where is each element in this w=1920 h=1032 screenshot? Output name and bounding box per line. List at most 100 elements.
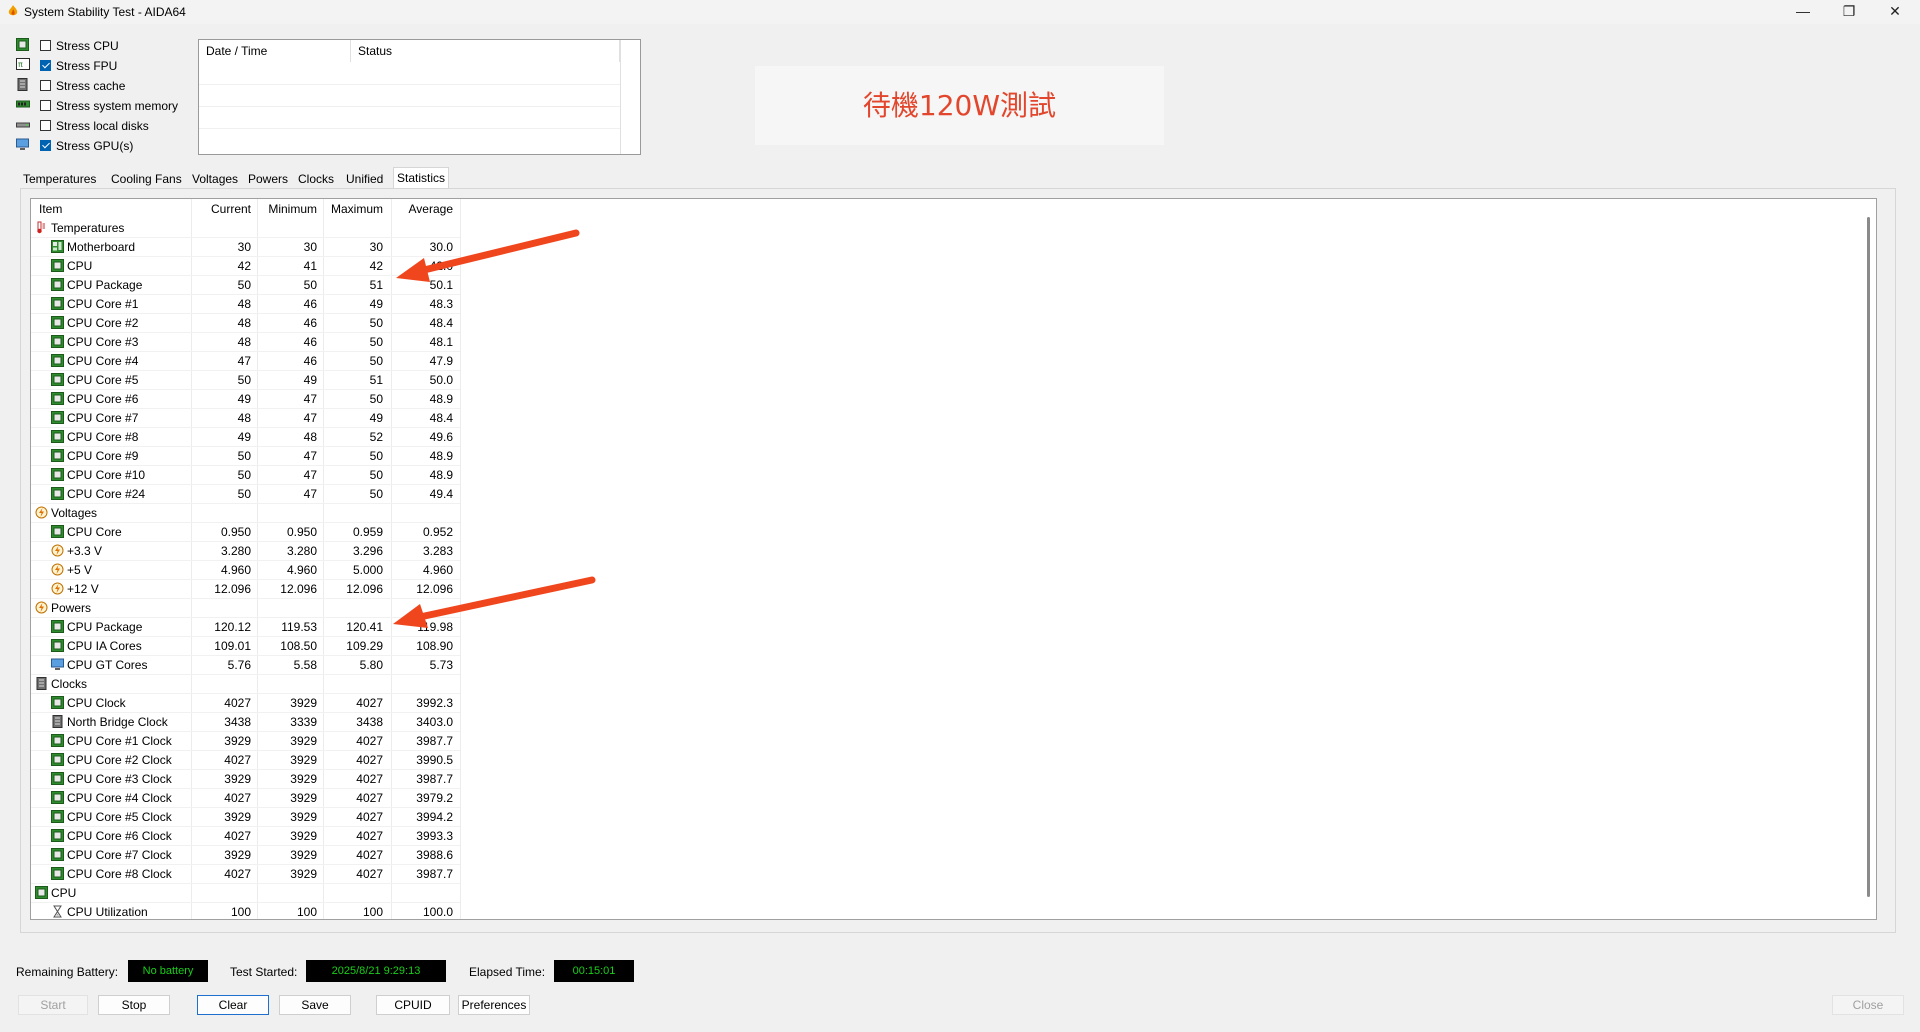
table-row[interactable]: CPU Core #5 50 49 51 50.0 <box>31 371 460 390</box>
vertical-scrollbar[interactable] <box>1867 217 1870 897</box>
minimize-button[interactable]: — <box>1780 0 1826 24</box>
column-header-item[interactable]: Item <box>39 199 189 219</box>
table-row[interactable]: CPU Core #7 Clock 3929 3929 4027 3988.6 <box>31 846 460 865</box>
table-row[interactable]: CPU GT Cores 5.76 5.58 5.80 5.73 <box>31 656 460 675</box>
table-row[interactable]: CPU Core #1 Clock 3929 3929 4027 3987.7 <box>31 732 460 751</box>
column-header-average[interactable]: Average <box>391 199 453 219</box>
tab-clocks[interactable]: Clocks <box>295 170 337 189</box>
table-group-row[interactable]: Voltages <box>31 504 460 523</box>
table-group-row[interactable]: Clocks <box>31 675 460 694</box>
stress-checkbox[interactable] <box>40 120 51 131</box>
row-item-name: CPU Core #7 <box>67 411 139 425</box>
table-group-row[interactable]: Powers <box>31 599 460 618</box>
table-row[interactable]: CPU Core #4 Clock 4027 3929 4027 3979.2 <box>31 789 460 808</box>
table-row[interactable]: North Bridge Clock 3438 3339 3438 3403.0 <box>31 713 460 732</box>
stress-checkbox[interactable] <box>40 60 51 71</box>
table-row[interactable]: CPU Core #2 48 46 50 48.4 <box>31 314 460 333</box>
table-row[interactable]: CPU 42 41 42 42.0 <box>31 257 460 276</box>
table-group-row[interactable]: CPU <box>31 884 460 903</box>
cpu-chip-icon <box>16 38 30 51</box>
stress-option-label: Stress system memory <box>56 99 179 113</box>
table-row[interactable]: CPU Core #1 48 46 49 48.3 <box>31 295 460 314</box>
table-row[interactable]: CPU Core #3 Clock 3929 3929 4027 3987.7 <box>31 770 460 789</box>
column-header-maximum[interactable]: Maximum <box>323 199 383 219</box>
tab-statistics[interactable]: Statistics <box>393 167 450 189</box>
table-row[interactable]: CPU Core #8 Clock 4027 3929 4027 3987.7 <box>31 865 460 884</box>
log-header-datetime[interactable]: Date / Time <box>199 40 351 62</box>
row-average-value: 3993.3 <box>416 829 453 843</box>
clear-button[interactable]: Clear <box>197 995 269 1015</box>
chip-icon <box>51 639 64 652</box>
close-button[interactable]: Close <box>1832 995 1904 1015</box>
column-header-current[interactable]: Current <box>191 199 251 219</box>
table-group-row[interactable]: Temperatures <box>31 219 460 238</box>
table-row[interactable]: CPU Core #6 Clock 4027 3929 4027 3993.3 <box>31 827 460 846</box>
row-item-name: CPU Core #8 Clock <box>67 867 172 881</box>
table-row[interactable]: +5 V 4.960 4.960 5.000 4.960 <box>31 561 460 580</box>
save-button[interactable]: Save <box>279 995 351 1015</box>
table-row[interactable]: CPU Core #4 47 46 50 47.9 <box>31 352 460 371</box>
stress-option-row[interactable]: Stress GPU(s) <box>14 136 194 156</box>
row-maximum-value: 52 <box>369 430 383 444</box>
table-row[interactable]: +12 V 12.096 12.096 12.096 12.096 <box>31 580 460 599</box>
stress-checkbox[interactable] <box>40 80 51 91</box>
tab-cooling-fans[interactable]: Cooling Fans <box>108 170 185 189</box>
table-row[interactable]: CPU Core #9 50 47 50 48.9 <box>31 447 460 466</box>
close-window-button[interactable]: ✕ <box>1872 0 1918 24</box>
table-row[interactable]: +3.3 V 3.280 3.280 3.296 3.283 <box>31 542 460 561</box>
table-row[interactable]: CPU Core #6 49 47 50 48.9 <box>31 390 460 409</box>
stress-option-row[interactable]: Stress CPU <box>14 36 194 56</box>
log-gridline <box>199 128 620 129</box>
table-row[interactable]: CPU Package 50 50 51 50.1 <box>31 276 460 295</box>
chip-icon <box>51 316 64 329</box>
row-item-name: CPU Core #4 Clock <box>67 791 172 805</box>
stress-option-row[interactable]: π Stress FPU <box>14 56 194 76</box>
cpuid-button[interactable]: CPUID <box>376 995 450 1015</box>
chip-icon <box>51 848 64 861</box>
table-row[interactable]: Motherboard 30 30 30 30.0 <box>31 238 460 257</box>
stress-checkbox[interactable] <box>40 40 51 51</box>
table-row[interactable]: CPU Clock 4027 3929 4027 3992.3 <box>31 694 460 713</box>
stop-button[interactable]: Stop <box>98 995 170 1015</box>
tab-temperatures[interactable]: Temperatures <box>20 170 99 189</box>
table-row[interactable]: CPU Core #3 48 46 50 48.1 <box>31 333 460 352</box>
row-maximum-value: 42 <box>369 259 383 273</box>
tab-unified[interactable]: Unified <box>343 170 386 189</box>
table-row[interactable]: CPU IA Cores 109.01 108.50 109.29 108.90 <box>31 637 460 656</box>
row-current-value: 50 <box>237 468 251 482</box>
table-row[interactable]: CPU Core #7 48 47 49 48.4 <box>31 409 460 428</box>
row-maximum-value: 50 <box>369 316 383 330</box>
table-row[interactable]: CPU Package 120.12 119.53 120.41 119.98 <box>31 618 460 637</box>
chip-icon <box>51 525 64 538</box>
start-button[interactable]: Start <box>18 995 88 1015</box>
maximize-button[interactable]: ❐ <box>1826 0 1872 24</box>
chip-icon <box>51 411 64 424</box>
row-minimum-value: 47 <box>303 411 317 425</box>
table-row[interactable]: CPU Core #10 50 47 50 48.9 <box>31 466 460 485</box>
stress-option-row[interactable]: Stress local disks <box>14 116 194 136</box>
row-minimum-value: 47 <box>303 468 317 482</box>
stress-option-row[interactable]: Stress cache <box>14 76 194 96</box>
row-minimum-value: 41 <box>303 259 317 273</box>
row-average-value: 30.0 <box>429 240 453 254</box>
table-row[interactable]: CPU Core #8 49 48 52 49.6 <box>31 428 460 447</box>
tab-voltages[interactable]: Voltages <box>189 170 241 189</box>
column-header-minimum[interactable]: Minimum <box>257 199 317 219</box>
preferences-button[interactable]: Preferences <box>458 995 530 1015</box>
stress-checkbox[interactable] <box>40 100 51 111</box>
row-item-name: CPU Core #2 Clock <box>67 753 172 767</box>
table-row[interactable]: CPU Core #2 Clock 4027 3929 4027 3990.5 <box>31 751 460 770</box>
table-row[interactable]: CPU Core #24 50 47 50 49.4 <box>31 485 460 504</box>
row-minimum-value: 3929 <box>290 696 317 710</box>
tab-powers[interactable]: Powers <box>245 170 291 189</box>
table-row[interactable]: CPU Utilization 100 100 100 100.0 <box>31 903 460 919</box>
log-header-status[interactable]: Status <box>351 40 620 62</box>
row-maximum-value: 4027 <box>356 753 383 767</box>
table-row[interactable]: CPU Core 0.950 0.950 0.959 0.952 <box>31 523 460 542</box>
table-row[interactable]: CPU Core #5 Clock 3929 3929 4027 3994.2 <box>31 808 460 827</box>
chip-icon <box>51 810 64 823</box>
stress-option-row[interactable]: Stress system memory <box>14 96 194 116</box>
row-item-name: CPU Core #8 <box>67 430 139 444</box>
chip-icon <box>51 487 64 500</box>
stress-checkbox[interactable] <box>40 140 51 151</box>
